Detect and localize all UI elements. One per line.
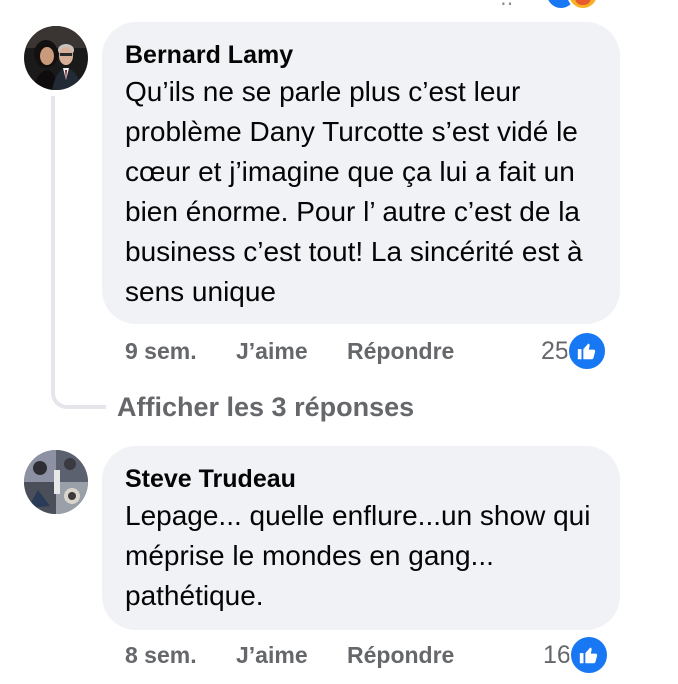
like-icon xyxy=(568,635,609,675)
comment-text: Qu’ils ne se parle plus c’est leur probl… xyxy=(125,76,583,307)
avatar-bernard-lamy[interactable] xyxy=(24,26,88,90)
thread-connector-line xyxy=(51,96,106,409)
reaction-summary[interactable]: 25 xyxy=(541,331,607,371)
reply-button[interactable]: Répondre xyxy=(347,336,454,366)
comment-bubble: Steve Trudeau Lepage... quelle enflure..… xyxy=(102,446,620,630)
like-button[interactable]: J’aime xyxy=(236,640,308,670)
reaction-count: 25 xyxy=(541,336,569,365)
avatar-steve-trudeau[interactable] xyxy=(24,450,88,514)
reaction-summary[interactable]: 16 xyxy=(543,635,609,675)
comment-time[interactable]: 8 sem. xyxy=(125,640,197,670)
reply-button[interactable]: Répondre xyxy=(347,640,454,670)
comment-author[interactable]: Bernard Lamy xyxy=(125,40,620,70)
top-reactions[interactable] xyxy=(545,0,615,10)
like-icon xyxy=(566,331,607,371)
comment-author[interactable]: Steve Trudeau xyxy=(125,464,620,494)
show-replies-link[interactable]: Afficher les 3 réponses xyxy=(117,390,414,424)
comment-bubble: Bernard Lamy Qu’ils ne se parle plus c’e… xyxy=(102,22,620,324)
top-partial-text: ‥ xyxy=(500,0,540,10)
comment-actions: 8 sem. J’aime Répondre xyxy=(125,640,525,670)
like-button[interactable]: J’aime xyxy=(236,336,308,366)
haha-icon xyxy=(567,0,599,10)
comment-actions: 9 sem. J’aime Répondre xyxy=(125,336,525,366)
comment-text: Lepage... quelle enflure...un show qui m… xyxy=(125,500,591,611)
reaction-count: 16 xyxy=(543,640,571,669)
comment-time[interactable]: 9 sem. xyxy=(125,336,197,366)
